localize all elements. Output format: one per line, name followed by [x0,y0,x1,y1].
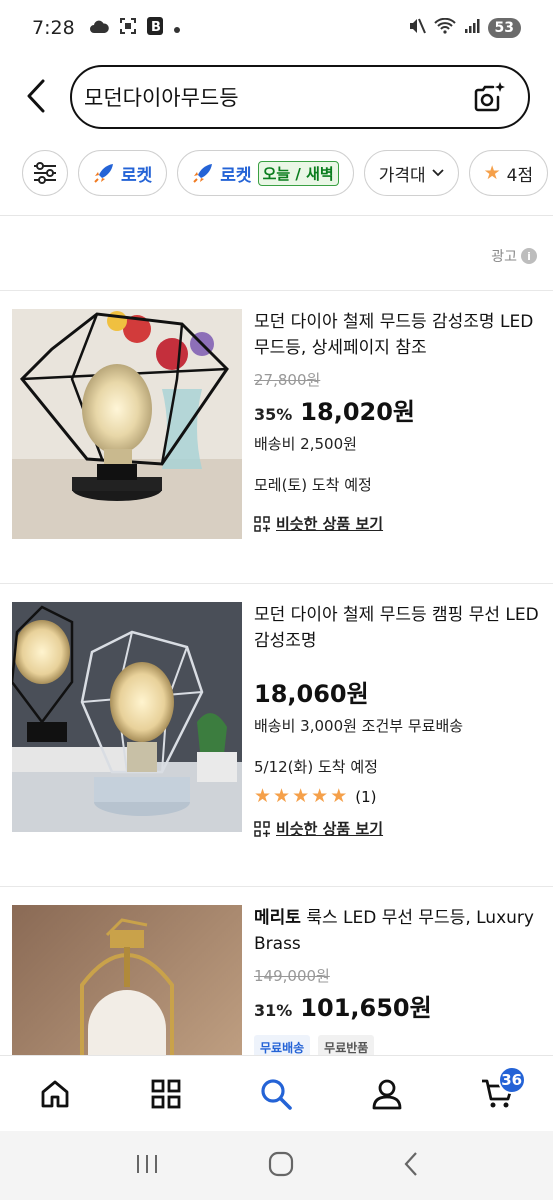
free-shipping-badge: 무료배송 [254,1035,311,1055]
discount-rate: 35% [254,405,293,424]
star-icon: ★ [292,785,310,807]
recents-icon [136,1154,157,1173]
status-bar: 7:28 B 53 [0,0,553,56]
chevron-left-icon [27,79,45,113]
product-image[interactable] [12,309,242,539]
search-input[interactable]: 모던다이아무드등 [70,65,530,129]
shipping-fee: 배송비 3,000원 조건부 무료배송 [254,717,464,735]
price-range-label: 가격대 [378,165,426,186]
filter-chips: 로켓 로켓 오늘 / 새벽 가격대 ★ 4점 [22,150,549,200]
system-nav-bar [0,1131,553,1200]
signal-icon [464,17,480,39]
svg-text:B: B [151,20,161,35]
home-icon [41,1080,69,1107]
ad-label-text: 광고 [491,249,517,265]
rocket-icon [193,164,213,183]
product-card[interactable]: 메리토 룩스 LED 무선 무드등, Luxury Brass 149,000원… [12,905,542,1055]
user-icon [372,1079,402,1109]
search-header: 모던다이아무드등 [0,64,553,130]
product-card[interactable]: 모던 다이아 철제 무드등 캠핑 무선 LED 감성조명 18,060원 배송비… [12,602,542,842]
rating-chip-label: 4점 [506,165,534,186]
star-icon: ★ [330,785,348,807]
nav-category-button[interactable] [136,1064,196,1124]
today-dawn-badge: 오늘 / 새벽 [257,160,339,186]
wifi-icon [433,17,456,39]
sale-price: 18,060원 [254,680,369,708]
original-price: 27,800원 [254,371,321,389]
rocket-icon [94,164,113,183]
divider [0,215,553,216]
discount-rate: 31% [254,1001,293,1020]
dot-icon [173,17,181,39]
rating-stars: ★ ★ ★ ★ ★ (1) [254,787,544,806]
rating-chip[interactable]: ★ 4점 [468,150,549,196]
info-icon: i [521,248,537,264]
ad-label[interactable]: 광고 i [491,246,537,266]
search-query[interactable]: 모던다이아무드등 [84,82,239,112]
product-title[interactable]: 모던 다이아 철제 무드등 캠핑 무선 LED 감성조명 [254,602,544,654]
star-icon: ★ [273,785,291,807]
recents-button[interactable] [135,1153,159,1179]
rocket-fresh-chip[interactable]: 로켓 오늘 / 새벽 [177,150,354,196]
circle-home-icon [268,1151,293,1176]
sale-price: 18,020원 [300,398,415,426]
divider [0,290,553,291]
product-title[interactable]: 모던 다이아 철제 무드등 감성조명 LED 무드등, 상세페이지 참조 [254,309,544,361]
cart-count-badge: 36 [497,1065,526,1094]
original-price: 149,000원 [254,967,330,985]
nav-mypage-button[interactable] [357,1064,417,1124]
nav-home-button[interactable] [25,1064,85,1124]
product-brand[interactable]: 메리토 [254,908,301,928]
product-image[interactable] [12,602,242,832]
grid-plus-icon [254,515,270,532]
star-icon: ★ [254,785,272,807]
bottom-nav: 36 [0,1055,553,1131]
product-image[interactable] [12,905,242,1055]
rocket-chip-label: 로켓 [121,165,153,186]
arrival-date: 5/12(화) 도착 예정 [254,758,378,776]
home-system-button[interactable] [268,1151,294,1181]
back-button[interactable] [18,76,54,116]
product-card[interactable]: 모던 다이아 철제 무드등 감성조명 LED 무드등, 상세페이지 참조 27,… [12,309,542,549]
battery-indicator: 53 [487,18,521,38]
sale-price: 101,650원 [300,994,432,1022]
chevron-down-icon [431,169,444,177]
review-count: (1) [355,787,377,806]
rocket-fresh-label: 로켓 [220,165,252,186]
star-icon: ★ [311,785,329,807]
status-time: 7:28 [32,17,75,39]
grid-plus-icon [254,820,270,837]
screenshot-icon [119,17,137,40]
similar-products-label: 비슷한 상품 보기 [276,820,384,838]
similar-products-link[interactable]: 비슷한 상품 보기 [254,513,544,534]
camera-sparkle-icon [474,82,505,112]
app-b-icon: B [146,16,163,40]
category-grid-icon [151,1079,181,1108]
star-icon: ★ [483,161,501,184]
filter-sliders-icon [34,162,56,184]
filter-settings-button[interactable] [22,150,68,196]
cloud-icon [89,17,109,39]
shipping-fee: 배송비 2,500원 [254,435,357,453]
free-return-badge: 무료반품 [318,1035,375,1055]
similar-products-label: 비슷한 상품 보기 [276,515,384,533]
divider [0,886,553,887]
image-search-button[interactable] [472,80,506,118]
price-range-chip[interactable]: 가격대 [363,150,459,196]
similar-products-link[interactable]: 비슷한 상품 보기 [254,818,544,839]
arrival-date: 모레(토) 도착 예정 [254,476,372,494]
search-icon [261,1078,293,1110]
nav-search-button[interactable] [246,1064,306,1124]
nav-cart-button[interactable]: 36 [468,1064,528,1124]
back-system-button[interactable] [403,1151,419,1181]
rocket-delivery-chip[interactable]: 로켓 [78,150,168,196]
divider [0,583,553,584]
mute-icon [408,17,426,40]
back-chevron-icon [404,1151,417,1176]
